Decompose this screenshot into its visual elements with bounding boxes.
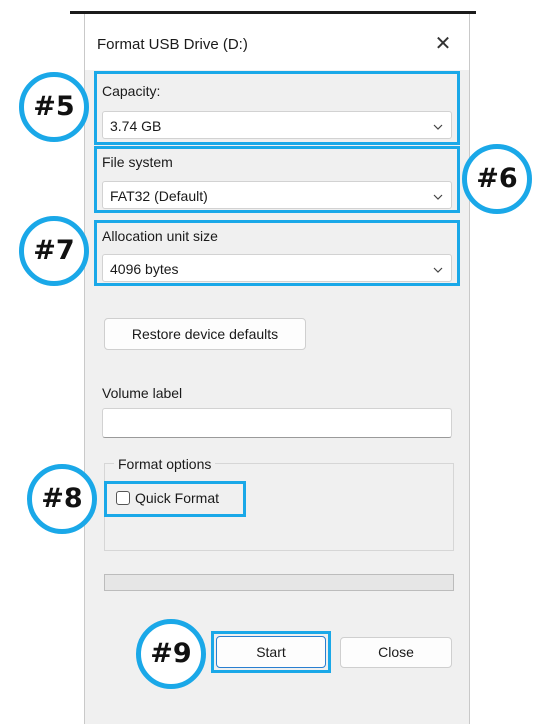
annotation-badge-9: #9 — [136, 619, 206, 689]
annotation-badge-6: #6 — [462, 144, 532, 214]
volume-label-caption: Volume label — [102, 385, 183, 401]
annotation-badge-5: #5 — [19, 72, 89, 142]
restore-defaults-button[interactable]: Restore device defaults — [104, 318, 306, 350]
highlight-start — [211, 631, 331, 673]
annotation-badge-8: #8 — [27, 464, 97, 534]
close-button[interactable]: Close — [340, 637, 452, 668]
highlight-capacity — [94, 71, 460, 145]
dialog-title: Format USB Drive (D:) — [97, 36, 248, 53]
format-progress-bar — [104, 574, 454, 591]
highlight-allocation — [94, 220, 460, 286]
format-options-legend: Format options — [114, 456, 216, 472]
highlight-quick-format — [104, 481, 246, 517]
title-bar: Format USB Drive (D:) ✕ — [85, 14, 469, 70]
close-icon[interactable]: ✕ — [429, 30, 457, 58]
volume-label-input[interactable] — [102, 408, 452, 438]
annotation-badge-7: #7 — [19, 216, 89, 286]
highlight-file-system — [94, 146, 460, 213]
